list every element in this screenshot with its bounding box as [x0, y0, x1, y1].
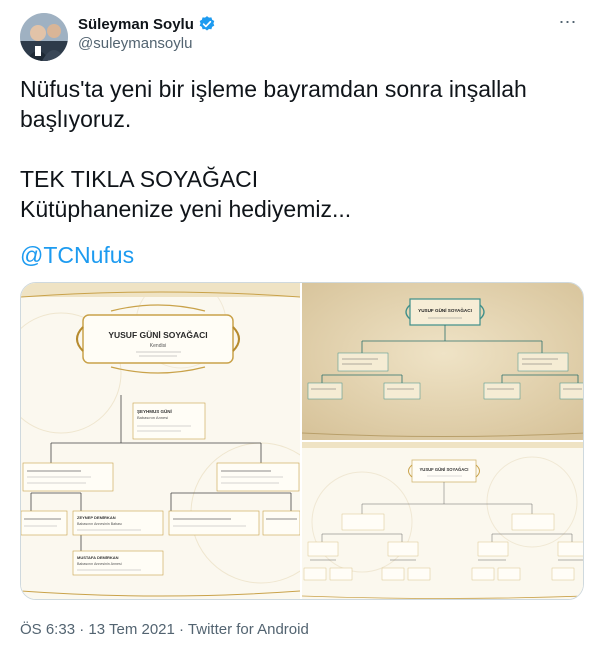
- author-display-name[interactable]: Süleyman Soylu: [78, 16, 194, 33]
- tree-node: ZEYNEP DEMİRKAN Babasının Annesinin Baba…: [72, 510, 164, 536]
- node-role: Babasının Annesi: [137, 415, 168, 420]
- profile-avatar[interactable]: [20, 13, 68, 61]
- tweet-date[interactable]: 13 Tem 2021: [88, 621, 174, 638]
- media-image-2[interactable]: YUSUF GÜNİ SOYAĞACI: [302, 283, 583, 440]
- verified-badge-icon: [198, 15, 216, 33]
- tree-node: ŞEYHMUS GÜNİ Babasının Annesi: [132, 402, 206, 440]
- tree-subtitle-1: Kendisi: [150, 343, 166, 349]
- tree-node: [168, 510, 260, 536]
- tree-node: [216, 462, 300, 492]
- node-name: MUSTAFA DEMİRKAN: [77, 555, 119, 560]
- tree-node: [21, 510, 68, 536]
- node-role: Babasının Annesinin Annesi: [77, 562, 122, 566]
- more-options-icon[interactable]: ⋯: [556, 13, 580, 38]
- tweet-time[interactable]: ÖS 6:33: [20, 621, 75, 638]
- media-image-3[interactable]: YUSUF GÜNİ SOYAĞACI: [302, 442, 583, 599]
- mention-link[interactable]: @TCNufus: [20, 242, 134, 269]
- node-role: Babasının Annesinin Babası: [77, 522, 122, 526]
- tree-title-2: YUSUF GÜNİ SOYAĞACI: [418, 306, 472, 313]
- media-image-1[interactable]: YUSUF GÜNİ SOYAĞACI Kendisi ŞEYHMUS GÜNİ…: [21, 283, 300, 599]
- author-names: Süleyman Soylu @suleymansoylu: [78, 15, 216, 52]
- node-name: ZEYNEP DEMİRKAN: [77, 515, 116, 520]
- tweet-header: Süleyman Soylu @suleymansoylu ⋯: [20, 10, 580, 61]
- tree-title-3: YUSUF GÜNİ SOYAĞACI: [420, 467, 469, 472]
- media-grid: YUSUF GÜNİ SOYAĞACI Kendisi ŞEYHMUS GÜNİ…: [20, 282, 584, 600]
- meta-separator: ·: [75, 621, 89, 638]
- meta-separator: ·: [174, 621, 188, 638]
- tree-node: [262, 510, 300, 536]
- tree-node: MUSTAFA DEMİRKAN Babasının Annesinin Ann…: [72, 550, 164, 576]
- tree-title-1: YUSUF GÜNİ SOYAĞACI: [108, 329, 207, 340]
- tweet-text: Nüfus'ta yeni bir işleme bayramdan sonra…: [20, 76, 527, 222]
- author-handle[interactable]: @suleymansoylu: [78, 35, 216, 52]
- avatar-image: [20, 13, 68, 61]
- node-name: ŞEYHMUS GÜNİ: [137, 408, 172, 414]
- tweet-source[interactable]: Twitter for Android: [188, 621, 309, 638]
- tweet-meta: ÖS 6:33 · 13 Tem 2021 · Twitter for Andr…: [20, 621, 309, 638]
- tree-node: [22, 462, 114, 492]
